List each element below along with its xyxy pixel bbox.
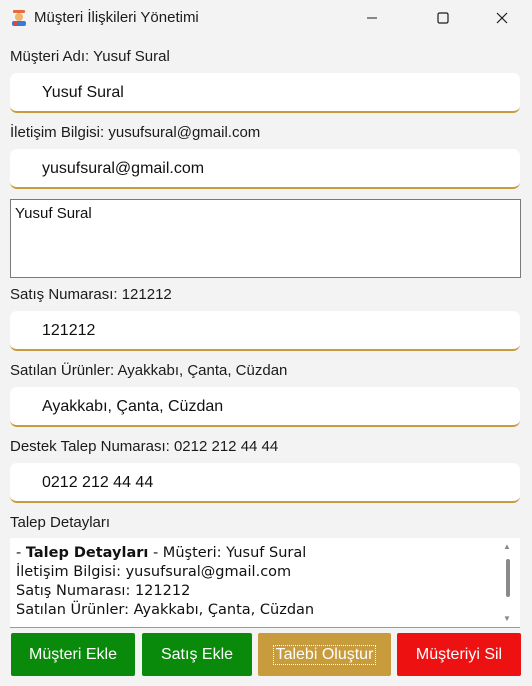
delete-customer-button[interactable]: Müşteriyi Sil xyxy=(397,633,521,676)
details-line-3: Satış Numarası: 121212 xyxy=(16,583,191,599)
details-line-1-heading: Talep Detayları xyxy=(25,545,149,561)
create-request-label: Talebi Oluştur xyxy=(272,644,377,665)
app-icon xyxy=(10,9,28,27)
add-customer-button[interactable]: Müşteri Ekle xyxy=(11,633,135,676)
add-sale-button[interactable]: Satış Ekle xyxy=(142,633,252,676)
request-details-label: Talep Detayları xyxy=(10,514,111,531)
create-request-button[interactable]: Talebi Oluştur xyxy=(258,633,391,676)
products-input[interactable]: Ayakkabı, Çanta, Cüzdan xyxy=(10,387,520,427)
products-label: Satılan Ürünler: Ayakkabı, Çanta, Cüzdan xyxy=(10,362,288,379)
minimize-button[interactable] xyxy=(349,0,395,36)
maximize-icon xyxy=(437,12,449,24)
customer-name-input[interactable]: Yusuf Sural xyxy=(10,73,520,113)
support-number-input[interactable]: 0212 212 44 44 xyxy=(10,463,520,503)
delete-customer-label: Müşteriyi Sil xyxy=(415,645,503,663)
details-line-1-customer: - Müşteri: Yusuf Sural xyxy=(148,545,307,561)
maximize-button[interactable] xyxy=(420,0,466,36)
sale-number-input[interactable]: 121212 xyxy=(10,311,520,351)
notes-textarea[interactable]: Yusuf Sural xyxy=(10,199,521,278)
details-line-2: İletişim Bilgisi: yusufsural@gmail.com xyxy=(16,564,292,580)
close-button[interactable] xyxy=(479,0,525,36)
contact-info-label: İletişim Bilgisi: yusufsural@gmail.com xyxy=(10,124,261,141)
scroll-up-icon[interactable]: ▲ xyxy=(503,542,511,551)
sale-number-label: Satış Numarası: 121212 xyxy=(10,286,172,303)
close-icon xyxy=(496,12,508,24)
add-sale-label: Satış Ekle xyxy=(160,645,234,663)
request-details-box[interactable]: - Talep Detayları - Müşteri: Yusuf Sural… xyxy=(10,538,520,628)
contact-info-input[interactable]: yusufsural@gmail.com xyxy=(10,149,520,189)
window-title: Müşteri İlişkileri Yönetimi xyxy=(34,9,199,26)
add-customer-label: Müşteri Ekle xyxy=(28,645,118,663)
details-line-1-prefix: - xyxy=(16,545,26,561)
scroll-down-icon[interactable]: ▼ xyxy=(503,614,511,623)
title-bar: Müşteri İlişkileri Yönetimi xyxy=(0,0,532,36)
minimize-icon xyxy=(367,17,377,19)
details-line-4: Satılan Ürünler: Ayakkabı, Çanta, Cüzdan xyxy=(16,602,315,618)
customer-name-label: Müşteri Adı: Yusuf Sural xyxy=(10,48,170,65)
details-line-1: - Talep Detayları - Müşteri: Yusuf Sural xyxy=(16,544,520,563)
support-number-label: Destek Talep Numarası: 0212 212 44 44 xyxy=(10,438,279,455)
details-scrollbar[interactable] xyxy=(506,559,510,597)
